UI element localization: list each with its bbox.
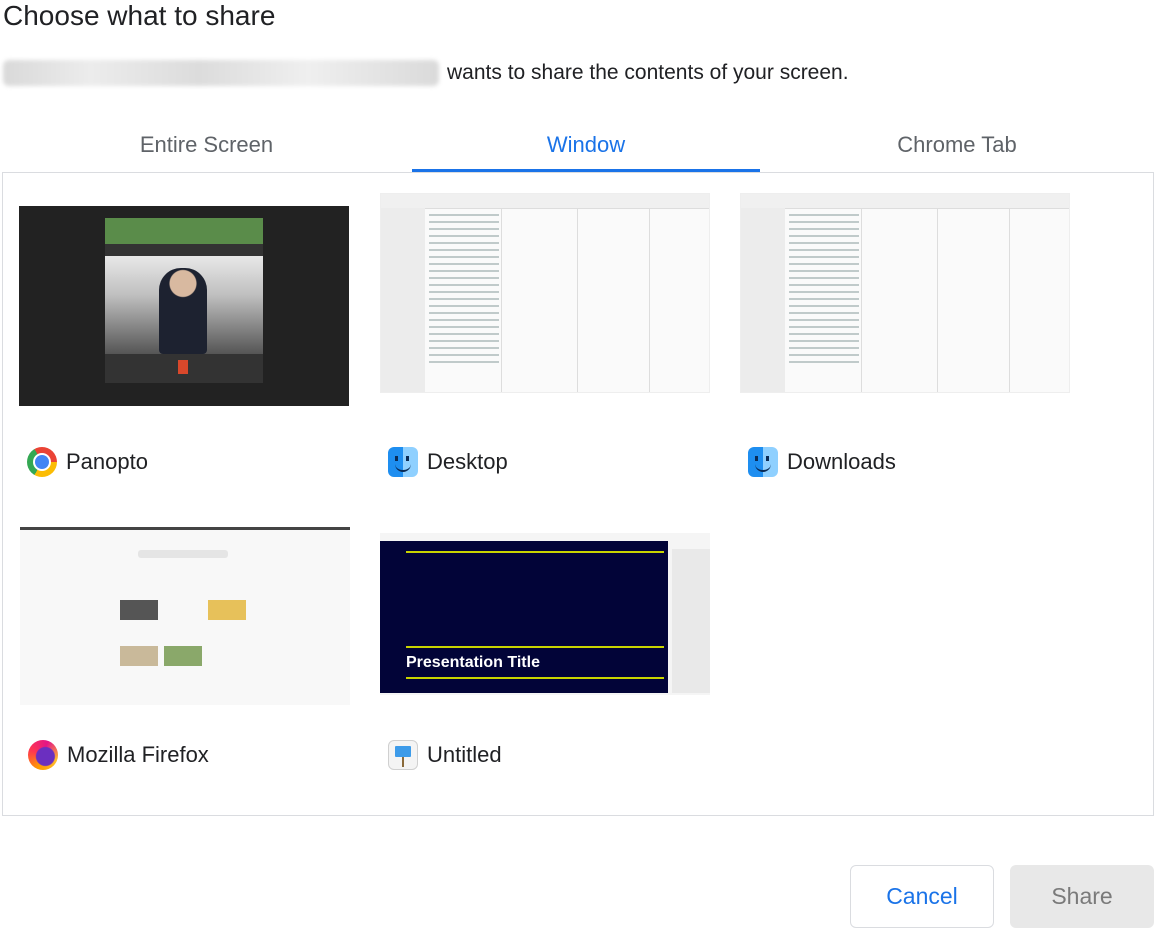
source-name: Downloads [787,449,896,474]
blurred-origin-url [3,60,439,86]
window-thumbnail [20,527,350,705]
dialog-title: Choose what to share [3,0,276,31]
window-thumbnail: Presentation Title [380,533,710,695]
share-button[interactable]: Share [1010,865,1154,928]
source-label: Downloads [748,446,896,478]
firefox-icon [28,740,58,770]
source-item-untitled[interactable]: Presentation Title Untitled [380,533,712,813]
source-list: Panopto Desktop Downloads Mozilla Firefo… [2,172,1154,816]
source-label: Mozilla Firefox [28,739,209,771]
tab-bar: Entire Screen Window Chrome Tab [0,118,1157,172]
tab-window[interactable]: Window [412,118,760,172]
source-item-desktop[interactable]: Desktop [380,193,712,486]
source-item-panopto[interactable]: Panopto [19,206,351,486]
source-item-downloads[interactable]: Downloads [740,193,1072,486]
source-name: Desktop [427,449,508,474]
cancel-button[interactable]: Cancel [850,865,994,928]
dialog-subtitle: wants to share the contents of your scre… [3,58,849,88]
tab-chrome-tab[interactable]: Chrome Tab [780,118,1134,172]
source-name: Untitled [427,742,502,767]
finder-icon [388,447,418,477]
keynote-icon [388,740,418,770]
source-label: Panopto [27,446,148,478]
window-thumbnail [380,193,710,393]
finder-icon [748,447,778,477]
chrome-icon [27,447,57,477]
window-thumbnail [740,193,1070,393]
subtitle-text: wants to share the contents of your scre… [447,61,849,84]
source-item-firefox[interactable]: Mozilla Firefox [20,527,352,807]
window-thumbnail [19,206,349,406]
source-label: Desktop [388,446,508,478]
source-label: Untitled [388,739,502,771]
source-name: Panopto [66,449,148,474]
slide-title-text: Presentation Title [406,654,540,671]
share-dialog: Choose what to share wants to share the … [0,0,1157,932]
tab-entire-screen[interactable]: Entire Screen [40,118,373,172]
source-name: Mozilla Firefox [67,742,209,767]
